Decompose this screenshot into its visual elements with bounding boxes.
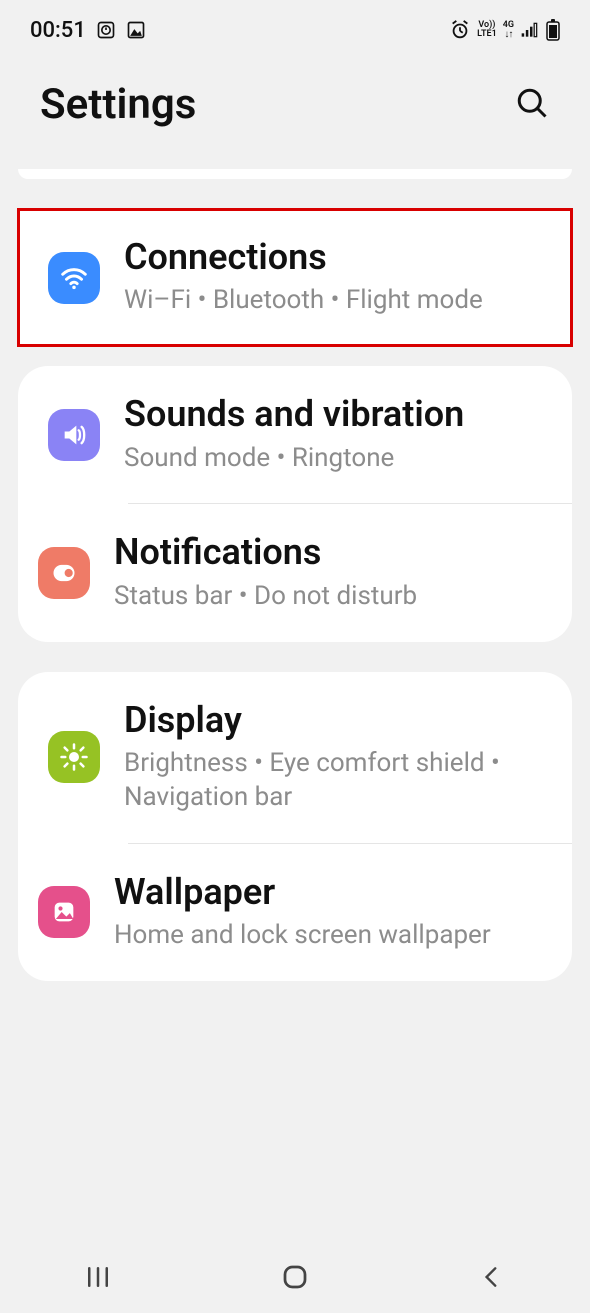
settings-item-notifications[interactable]: Notifications Status bar • Do not distur…: [128, 503, 572, 641]
nav-back-button[interactable]: [452, 1264, 532, 1290]
item-subtitle: Sound mode • Ringtone: [124, 442, 464, 476]
settings-item-connections[interactable]: Connections Wi–Fi • Bluetooth • Flight m…: [18, 209, 572, 346]
status-bar: 00:51 Vo)) LTE1 4G ↓↑: [0, 0, 590, 60]
page-title: Settings: [40, 80, 196, 129]
settings-group-connections: Connections Wi–Fi • Bluetooth • Flight m…: [18, 209, 572, 346]
item-subtitle: Status bar • Do not disturb: [114, 580, 417, 614]
network-indicator: 4G ↓↑: [503, 21, 514, 40]
search-button[interactable]: [514, 85, 550, 125]
item-title: Notifications: [114, 532, 417, 573]
nav-home-button[interactable]: [255, 1262, 335, 1292]
navigation-bar: [0, 1241, 590, 1313]
item-subtitle: Home and lock screen wallpaper: [114, 919, 491, 953]
settings-item-wallpaper[interactable]: Wallpaper Home and lock screen wallpaper: [128, 843, 572, 981]
item-title: Wallpaper: [114, 872, 491, 913]
settings-header: Settings: [0, 60, 590, 169]
wifi-icon: [48, 252, 100, 304]
settings-group-sounds-notifications: Sounds and vibration Sound mode • Ringto…: [18, 366, 572, 641]
settings-item-display[interactable]: Display Brightness • Eye comfort shield …: [18, 672, 572, 843]
alarm-icon: [449, 19, 471, 41]
nav-recents-button[interactable]: [58, 1262, 138, 1292]
settings-item-sounds[interactable]: Sounds and vibration Sound mode • Ringto…: [18, 366, 572, 503]
notification-icon: [38, 547, 90, 599]
item-title: Sounds and vibration: [124, 394, 464, 435]
volte-indicator: Vo)) LTE1: [477, 21, 497, 39]
battery-icon: [546, 19, 560, 41]
item-subtitle: Wi–Fi • Bluetooth • Flight mode: [124, 284, 483, 318]
wallpaper-icon: [38, 886, 90, 938]
item-title: Display: [124, 700, 547, 741]
settings-group-display-wallpaper: Display Brightness • Eye comfort shield …: [18, 672, 572, 981]
signal-icon: [520, 20, 540, 40]
status-clock: 00:51: [30, 18, 86, 43]
clock-app-icon: [96, 20, 116, 40]
card-edge: [18, 169, 572, 179]
speaker-icon: [48, 409, 100, 461]
item-subtitle: Brightness • Eye comfort shield • Naviga…: [124, 747, 547, 815]
item-title: Connections: [124, 237, 483, 278]
gallery-icon: [126, 20, 146, 40]
brightness-icon: [48, 731, 100, 783]
